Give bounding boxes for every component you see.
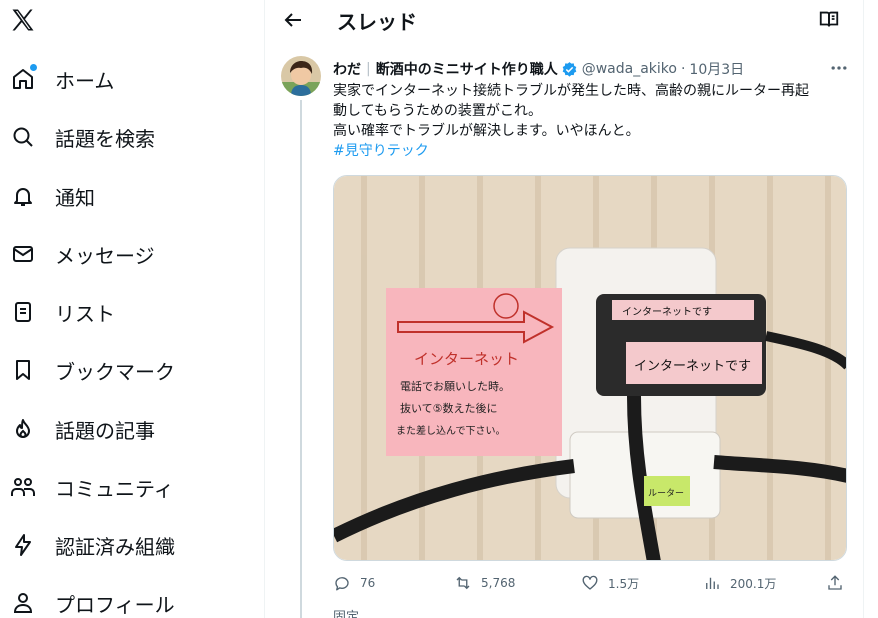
power-adapter: インターネットです インターネットです: [596, 294, 766, 396]
sticky-note-line: 電話でお願いした時。: [400, 379, 510, 393]
nav-label-bookmarks: ブックマーク: [55, 359, 175, 384]
nav-label-communities: コミュニティ: [55, 476, 174, 501]
avatar[interactable]: [281, 56, 321, 96]
left-navigation: ホーム 話題を検索 通知 メッセージ リスト ブックマーク 話題の記事 コミュニ…: [0, 0, 265, 618]
tweet-header: わだ | 断酒中のミニサイト作り職人 @wada_akiko · 10月3日: [333, 59, 853, 79]
reader-mode-icon[interactable]: [818, 8, 840, 30]
home-icon: [10, 64, 37, 92]
lightning-icon: [10, 532, 36, 558]
tweet-text-line: 高い確率でトラブルが解決します。いやほんと。: [333, 123, 640, 139]
nav-item-lists[interactable]: リスト: [10, 292, 115, 332]
like-count: 1.5万: [608, 576, 640, 591]
community-icon: [10, 474, 36, 500]
sticky-note-line: また差し込んで下さい。: [396, 424, 506, 437]
nav-item-notifications[interactable]: 通知: [10, 176, 95, 216]
more-options-icon[interactable]: [829, 58, 849, 78]
x-logo-icon[interactable]: [9, 6, 37, 34]
tweet-text: 実家でインターネット接続トラブルが発生した時、高齢の親にルーター再起 動してもら…: [333, 81, 853, 161]
share-icon: [828, 575, 842, 590]
list-icon: [10, 299, 36, 325]
thread-header: スレッド: [265, 0, 864, 40]
heart-icon: [582, 575, 598, 590]
hashtag-link[interactable]: #見守りテック: [333, 141, 853, 161]
author-name[interactable]: わだ: [333, 59, 361, 79]
nav-label-messages: メッセージ: [55, 243, 155, 268]
nav-item-bookmarks[interactable]: ブックマーク: [10, 350, 175, 390]
nav-label-profile: プロフィール: [55, 592, 175, 617]
nav-label-home: ホーム: [55, 68, 115, 93]
notification-dot: [30, 64, 37, 71]
verified-badge-icon: [562, 61, 577, 77]
retweet-count: 5,768: [481, 576, 516, 590]
tweet-text-line: 動してもらうための装置がこれ。: [333, 103, 543, 119]
like-button[interactable]: 1.5万: [581, 572, 639, 594]
reply-count: 76: [360, 576, 376, 590]
author-handle[interactable]: @wada_akiko: [582, 61, 677, 77]
view-count: 200.1万: [730, 576, 777, 591]
reply-icon: [335, 577, 349, 591]
name-separator: |: [366, 61, 371, 77]
bookmark-icon: [10, 357, 36, 383]
nav-item-verified-orgs[interactable]: 認証済み組織: [10, 525, 175, 565]
nav-item-profile[interactable]: プロフィール: [10, 583, 175, 618]
nav-label-explore: 話題を検索: [55, 126, 155, 151]
reply-button[interactable]: 76: [333, 572, 375, 594]
nav-item-communities[interactable]: コミュニティ: [10, 467, 174, 507]
nav-label-lists: リスト: [55, 301, 115, 326]
views-button[interactable]: 200.1万: [703, 572, 776, 594]
search-icon: [10, 124, 36, 150]
nav-label-notifications: 通知: [55, 185, 95, 210]
nav-label-articles: 話題の記事: [55, 418, 155, 443]
author-title[interactable]: 断酒中のミニサイト作り職人: [376, 59, 558, 79]
nav-item-explore[interactable]: 話題を検索: [10, 117, 155, 157]
tweet-photo[interactable]: インターネット 電話でお願いした時。 抜いて⑤数えた後に また差し込んで下さい。…: [333, 175, 847, 561]
mail-icon: [10, 241, 36, 267]
retweet-button[interactable]: 5,768: [454, 572, 515, 594]
nav-item-home[interactable]: ホーム: [10, 59, 114, 99]
handle-date-separator: ·: [680, 61, 686, 77]
share-button[interactable]: [826, 572, 844, 594]
thread-connector-line: [300, 100, 302, 618]
flame-icon: [10, 416, 36, 442]
nav-item-articles[interactable]: 話題の記事: [10, 409, 155, 449]
page-title: スレッド: [337, 10, 417, 34]
person-icon: [10, 590, 36, 616]
tweet-actions: 76 5,768 1.5万 200.1万: [333, 572, 853, 594]
cable-tag-label: ルーター: [648, 488, 684, 499]
bell-icon: [10, 183, 36, 209]
adapter-label: インターネットです: [634, 359, 751, 374]
sticky-note-title: インターネット: [414, 350, 519, 368]
back-arrow-icon[interactable]: [281, 8, 305, 32]
sticky-note: インターネット 電話でお願いした時。 抜いて⑤数えた後に また差し込んで下さい。: [386, 288, 562, 456]
nav-item-messages[interactable]: メッセージ: [10, 234, 155, 274]
analytics-icon: [706, 577, 719, 589]
sticky-note-line: 抜いて⑤数えた後に: [400, 401, 498, 415]
retweet-icon: [456, 576, 470, 590]
nav-label-verified-orgs: 認証済み組織: [55, 534, 175, 559]
tweet-text-line: 実家でインターネット接続トラブルが発生した時、高齢の親にルーター再起: [333, 83, 809, 99]
adapter-small-label: インターネットです: [622, 306, 712, 318]
tweet-date[interactable]: 10月3日: [689, 59, 744, 79]
thread-column: スレッド わだ | 断酒中のミニサイト作り職人 @wada_akiko · 10…: [265, 0, 864, 618]
pinned-indicator: 固定: [333, 610, 360, 618]
